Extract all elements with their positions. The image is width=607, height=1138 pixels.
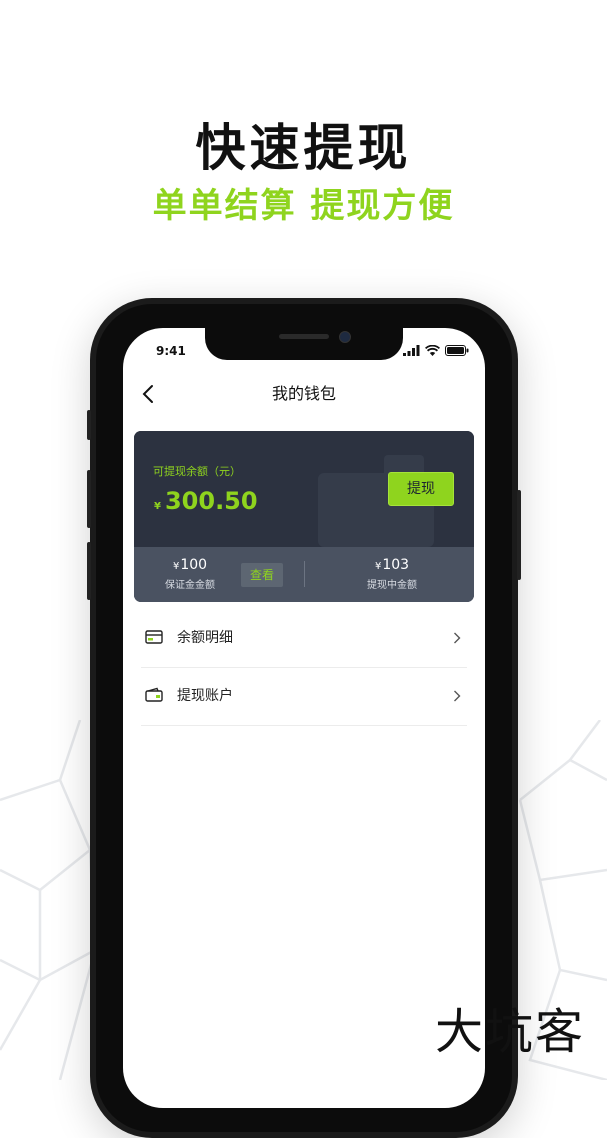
withdraw-button[interactable]: 提现	[388, 472, 454, 506]
phone-screen: 9:41 我的钱包 可提现余额（元） ¥300.50 提现 ¥100 保证金金额…	[123, 328, 485, 1108]
currency-symbol: ¥	[154, 501, 161, 512]
menu-item-balance-detail[interactable]: 余额明细	[141, 610, 467, 668]
battery-icon	[445, 344, 469, 356]
status-time: 9:41	[156, 344, 186, 358]
wallet-summary: 可提现余额（元） ¥300.50 提现	[134, 431, 474, 547]
menu-item-label: 余额明细	[177, 630, 233, 646]
menu-item-label: 提现账户	[177, 688, 233, 704]
chevron-right-icon	[454, 690, 461, 702]
wallet-card: 可提现余额（元） ¥300.50 提现 ¥100 保证金金额 查看 ¥103 提…	[134, 431, 474, 602]
stat-divider	[304, 561, 305, 587]
mute-switch	[87, 410, 91, 440]
pending-label: 提现中金额	[367, 580, 417, 591]
wallet-icon	[145, 687, 163, 702]
deposit-value: 100	[180, 557, 208, 573]
signal-icon	[403, 344, 420, 356]
notch	[205, 328, 403, 360]
deposit-stat: ¥100 保证金金额	[150, 557, 230, 591]
promo-headline: 快速提现	[195, 119, 412, 177]
pending-value: 103	[382, 557, 410, 573]
promo-subheadline: 单单结算 提现方便	[152, 186, 455, 226]
balance-detail-icon	[145, 630, 163, 644]
page-title: 我的钱包	[271, 384, 336, 403]
speaker	[279, 334, 329, 339]
deposit-label: 保证金金额	[165, 580, 215, 591]
nav-bar: 我的钱包	[123, 376, 485, 412]
view-deposit-button[interactable]: 查看	[241, 563, 283, 587]
available-amount-value: 300.50	[164, 487, 258, 515]
chevron-right-icon	[454, 632, 461, 644]
front-camera	[339, 331, 351, 343]
wifi-icon	[425, 344, 440, 356]
menu-item-withdraw-account[interactable]: 提现账户	[141, 668, 467, 726]
wallet-stats: ¥100 保证金金额 查看 ¥103 提现中金额	[134, 547, 474, 602]
available-balance-label: 可提现余额（元）	[153, 465, 241, 478]
power-button	[517, 490, 521, 580]
volume-up-button	[87, 470, 91, 528]
volume-down-button	[87, 542, 91, 600]
pending-withdrawal-stat: ¥103 提现中金额	[342, 557, 442, 591]
available-balance-amount: ¥300.50	[154, 487, 258, 515]
status-icons	[403, 343, 469, 357]
brand-logo: 大坑客	[434, 1004, 585, 1060]
